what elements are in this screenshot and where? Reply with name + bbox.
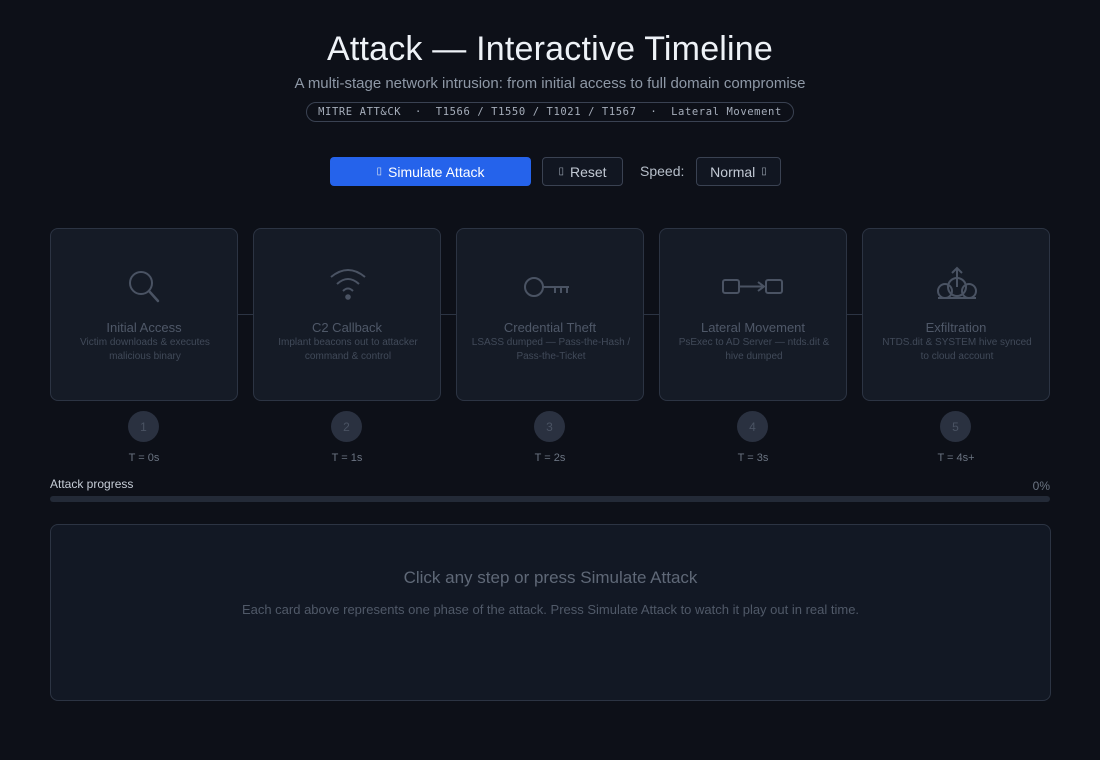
info-title: Click any step or press Simulate Attack	[403, 568, 698, 587]
step-number-badge[interactable]: 2	[331, 411, 362, 442]
step-number-badge[interactable]: 3	[534, 411, 565, 442]
step-description: Victim downloads & executes malicious bi…	[80, 337, 210, 362]
step-title: Exfiltration	[925, 320, 987, 335]
step-title: Credential Theft	[503, 320, 597, 335]
step-time: T = 3s	[737, 452, 769, 464]
step-time: T = 2s	[534, 452, 566, 464]
mitre-tag-wrap: MITRE ATT&CK · T1566 / T1550 / T1021 / T…	[0, 102, 1100, 122]
info-text: Each card above represents one phase of …	[241, 602, 860, 617]
step-card-initial-access[interactable]: Initial Access Victim downloads & execut…	[50, 228, 238, 401]
controls-bar: ▯ Simulate Attack ▯ Reset Speed: Normal …	[0, 157, 1100, 186]
step-title: Initial Access	[106, 320, 182, 335]
step-connector	[238, 314, 254, 315]
step-card-lateral-movement[interactable]: Lateral Movement PsExec to AD Server — n…	[659, 228, 847, 401]
step-connector	[847, 314, 863, 315]
step-time: T = 1s	[331, 452, 363, 464]
chevron-down-icon: ▯	[761, 166, 767, 177]
page-subtitle: A multi-stage network intrusion: from in…	[294, 75, 806, 92]
step-title: C2 Callback	[311, 320, 383, 335]
step-connector	[644, 314, 660, 315]
progress-label: Attack progress	[50, 477, 134, 491]
step-card-credential-theft[interactable]: Credential Theft LSASS dumped — Pass-the…	[456, 228, 644, 401]
page-title: Attack — Interactive Timeline	[326, 30, 774, 68]
step-description: Implant beacons out to attacker command …	[278, 337, 418, 362]
step-time: T = 4s+	[937, 452, 975, 464]
step-description: PsExec to AD Server — ntds.dit & hive du…	[678, 337, 830, 362]
attack-timeline: Initial Access Victim downloads & execut…	[50, 228, 1050, 468]
step-card-c2-callback[interactable]: C2 Callback Implant beacons out to attac…	[253, 228, 441, 401]
progress-percent: 0%	[1032, 479, 1050, 493]
step-title: Lateral Movement	[700, 320, 806, 335]
key-icon	[524, 277, 569, 297]
search-icon	[129, 271, 160, 303]
mitre-tag: MITRE ATT&CK · T1566 / T1550 / T1021 / T…	[306, 102, 794, 122]
reset-icon: ▯	[558, 166, 564, 177]
reset-button[interactable]: ▯ Reset	[542, 157, 623, 186]
step-number-badge[interactable]: 4	[737, 411, 768, 442]
reset-label: Reset	[569, 163, 607, 180]
info-panel: Click any step or press Simulate Attack …	[50, 524, 1051, 701]
speed-select[interactable]: Normal ▯	[696, 157, 781, 186]
simulate-attack-label: Simulate Attack	[388, 163, 485, 180]
step-description: NTDS.dit & SYSTEM hive synced to cloud a…	[882, 337, 1032, 362]
progress-bar	[50, 496, 1050, 502]
step-description: LSASS dumped — Pass-the-Hash / Pass-the-…	[471, 337, 631, 362]
wifi-icon	[330, 269, 366, 300]
lateral-arrow-icon	[722, 279, 783, 294]
step-card-exfiltration[interactable]: Exfiltration NTDS.dit & SYSTEM hive sync…	[862, 228, 1050, 401]
step-connector	[441, 314, 457, 315]
step-time: T = 0s	[128, 452, 160, 464]
cloud-upload-icon	[937, 266, 977, 299]
simulate-attack-button[interactable]: ▯ Simulate Attack	[330, 157, 531, 186]
step-number-badge[interactable]: 1	[128, 411, 159, 442]
step-number-badge[interactable]: 5	[940, 411, 971, 442]
speed-label: Speed:	[640, 163, 685, 179]
speed-value: Normal	[710, 163, 756, 180]
play-icon: ▯	[376, 166, 382, 177]
